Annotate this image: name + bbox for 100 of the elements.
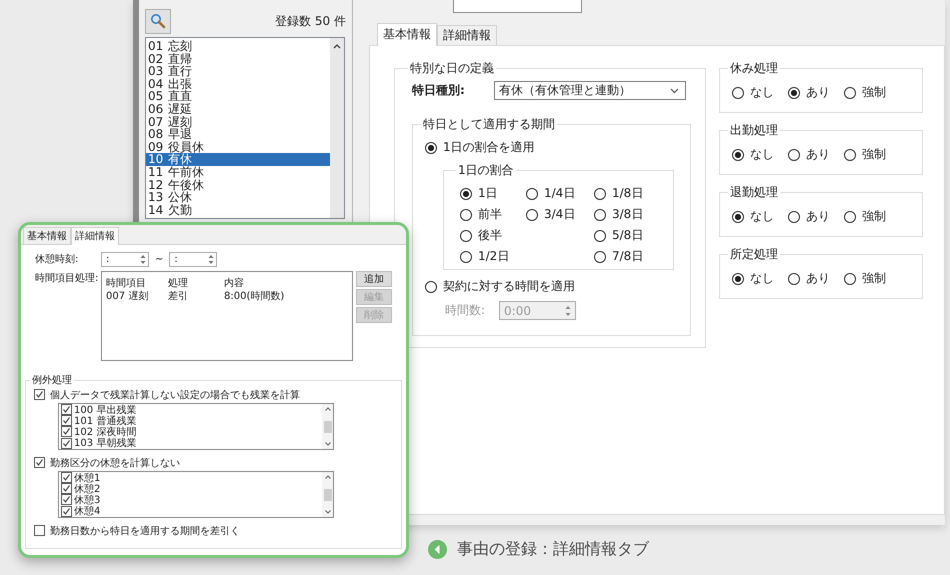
radio-button[interactable] [732,148,744,160]
field-label: 時間項目処理: [34,272,100,286]
time-spin-field[interactable]: : [169,252,218,266]
option-label: なし [750,208,774,225]
scrollbar[interactable] [322,404,333,449]
option-label: 強制 [862,270,886,287]
spin-arrows-icon [565,304,572,316]
search-button[interactable] [145,8,171,34]
option-label: 強制 [862,208,886,225]
radio-button[interactable] [526,208,538,220]
option-label: 1日の割合を適用 [443,139,535,156]
option-label: なし [750,146,774,163]
option-label: なし [750,84,774,101]
search-icon [150,13,166,29]
option-label: 休憩2 [74,482,100,495]
checkbox[interactable] [61,472,72,484]
checkbox[interactable] [61,426,72,438]
option-label: 前半 [478,206,502,223]
list-item[interactable]: 11 午前休 [146,166,330,179]
time-spin-field[interactable]: : [101,252,149,266]
option-label: 1/2日 [478,248,510,265]
radio-button[interactable] [732,210,744,222]
radio-button[interactable] [594,208,606,220]
option-label: 休憩3 [74,494,100,506]
tab[interactable]: 詳細情報 [71,227,119,245]
option-label: 3/8日 [612,206,644,223]
group-title: 例外処理 [31,374,73,387]
scrollbar[interactable] [330,38,344,218]
radio-button[interactable] [594,230,606,242]
list-item[interactable]: 14 欠勤 [146,204,330,216]
field-label: 休憩時刻: [34,252,80,266]
list-item[interactable]: 03 直行 [146,65,330,78]
checkbox[interactable] [61,494,72,506]
list-item[interactable]: 07 遅刻 [146,116,330,128]
radio-button[interactable] [844,86,856,98]
option-label: 勤務日数から特日を適用する期間を差引く [50,524,240,538]
list-item[interactable]: 01 忘刻 [146,40,330,53]
checkbox[interactable] [34,525,45,536]
radio-button[interactable] [788,210,800,222]
radio-button[interactable] [788,148,800,160]
radio-button[interactable] [425,280,437,292]
radio-button[interactable] [844,148,856,160]
scrollbar[interactable] [322,472,333,517]
tab[interactable]: 詳細情報 [437,25,497,45]
option-label: あり [806,84,830,101]
checkbox[interactable] [34,389,45,400]
chevron-down-icon [670,88,679,94]
field-label: 特日種別: [412,82,466,99]
table-cell-text: 007 遅刻 [106,290,150,302]
column-header: 時間項目 [106,276,147,289]
radio-button[interactable] [732,86,744,98]
checkbox[interactable] [61,404,72,416]
record-count: 登録数 50 件 [275,12,346,30]
option-label: 休憩4 [74,504,100,518]
radio-button[interactable] [460,208,472,220]
checkbox[interactable] [61,415,72,426]
group-title: 出勤処理 [729,122,779,139]
checkbox[interactable] [61,506,72,517]
type-dropdown[interactable]: 有休（有休管理と連動） [494,81,686,100]
radio-button[interactable] [425,142,437,154]
radio-button[interactable] [788,272,800,284]
list-item[interactable]: 02 直帰 [146,52,330,66]
table-cell-text: 差引 [168,290,189,302]
scroll-up-icon [333,43,341,49]
list-item[interactable]: 05 直直 [146,90,330,103]
group-title: 休み処理 [729,60,779,77]
list-item[interactable]: 09 役員休 [146,140,330,154]
radio-button[interactable] [788,86,800,98]
list-item[interactable]: 10 有休 [146,153,330,166]
action-button[interactable]: 追加 [356,271,392,287]
option-label: あり [806,146,830,163]
option-label: 休憩1 [74,472,100,484]
reason-list[interactable]: 01 忘刻 02 直帰 03 直行 04 出張 05 直直 06 遅延 07 遅刻 08 早退 09 役員休 10 有休 11 午前休 12 午後休 13 公休 14 欠勤 [145,37,345,219]
list-item[interactable]: 12 午後休 [146,178,330,192]
radio-button[interactable] [460,230,472,242]
radio-button[interactable] [732,272,744,284]
group-title: 特別な日の定義 [409,60,495,77]
option-label: 1/8日 [612,185,644,202]
radio-button[interactable] [844,272,856,284]
list-item[interactable]: 06 遅延 [146,102,330,116]
group-title: 退勤処理 [729,184,779,201]
option-label: 103 早朝残業 [74,436,136,450]
radio-button[interactable] [594,188,606,200]
radio-button[interactable] [460,188,472,200]
input-field[interactable] [453,0,582,13]
radio-button[interactable] [460,250,472,262]
option-label: 5/8日 [612,227,644,244]
radio-button[interactable] [594,250,606,262]
checkbox[interactable] [61,438,72,449]
option-label: 契約に対する時間を適用 [443,278,575,295]
scroll-down-icon [324,442,330,446]
checkbox[interactable] [61,483,72,494]
list-item[interactable]: 04 出張 [146,78,330,90]
radio-button[interactable] [526,188,538,200]
list-item[interactable]: 13 公休 [146,191,330,204]
tab[interactable]: 基本情報 [377,23,437,46]
spin-arrows-icon [208,254,214,264]
checkbox[interactable] [34,457,45,468]
radio-button[interactable] [844,210,856,222]
list-item[interactable]: 08 早退 [146,128,330,141]
